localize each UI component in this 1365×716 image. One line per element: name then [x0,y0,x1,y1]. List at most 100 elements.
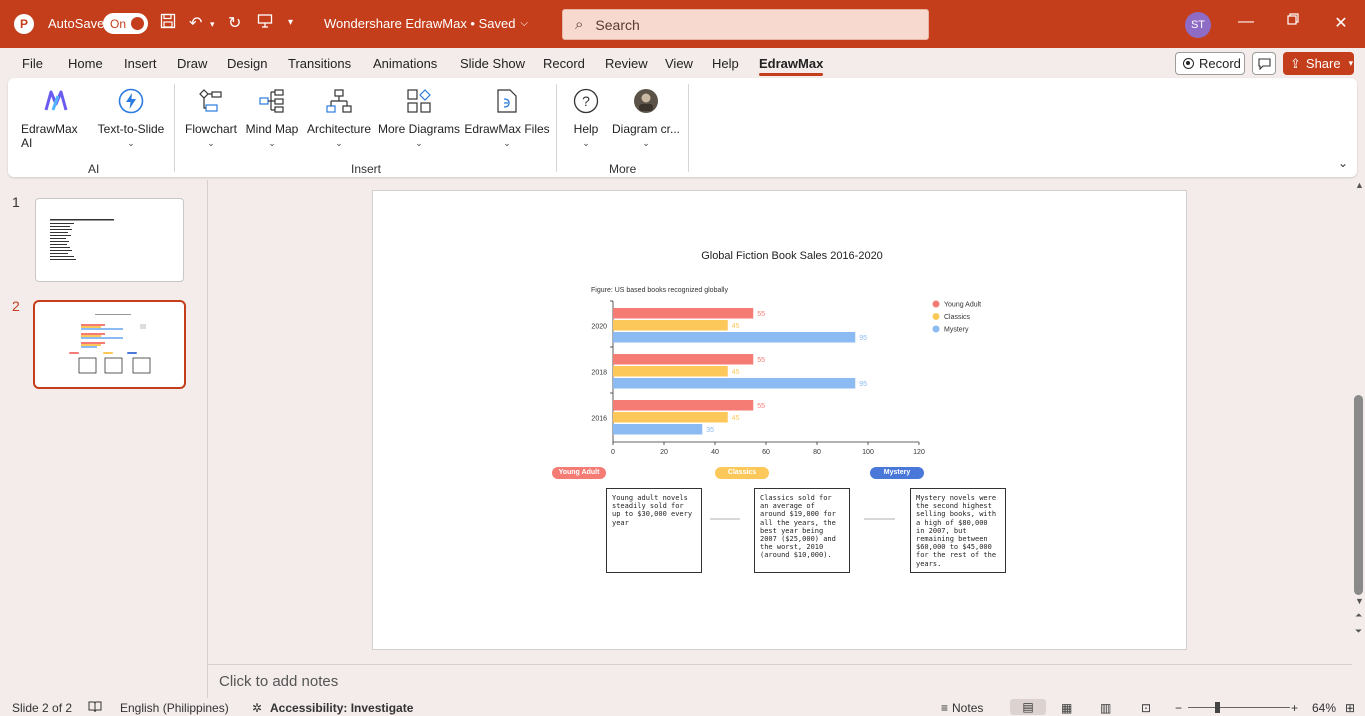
bar [613,412,728,423]
document-title-text: Wondershare EdrawMax • Saved [324,16,516,31]
tab-view[interactable]: View [665,56,693,71]
ribbon: EdrawMax AI Text-to-Slide ⌄ AI Flowchart… [8,78,1357,177]
chevron-down-icon: ⌄ [207,138,215,148]
x-tick-label: 80 [813,449,821,456]
scroll-thumb[interactable] [1354,395,1363,595]
tab-record[interactable]: Record [543,56,585,71]
slide-sorter-icon[interactable]: ▦ [1061,701,1072,715]
more-diagrams-button[interactable]: More Diagrams ⌄ [376,86,462,148]
share-icon: ⇪ [1290,55,1301,71]
group-separator [556,84,557,172]
autosave-toggle[interactable]: On [103,13,148,34]
comment-icon [1257,57,1271,70]
edrawmax-ai-button[interactable]: EdrawMax AI [21,86,91,150]
edrawmax-ai-label: EdrawMax AI [21,122,78,150]
tab-slide-show[interactable]: Slide Show [460,56,525,71]
spell-check-icon[interactable] [88,701,102,713]
customize-toolbar-icon[interactable]: ▾ [288,17,293,28]
card-text-box[interactable]: Young adult novels steadily sold for up … [606,488,702,573]
comments-button[interactable] [1252,52,1276,75]
document-title[interactable]: Wondershare EdrawMax • Saved ⌵ [324,16,528,31]
zoom-level[interactable]: 64% [1312,701,1336,715]
card-tag: Mystery [870,467,924,479]
tab-draw[interactable]: Draw [177,56,207,71]
present-icon[interactable] [257,13,273,29]
tab-animations[interactable]: Animations [373,56,437,71]
vertical-scrollbar[interactable]: ▲ ▼ ⏶ ⏷ [1352,180,1365,644]
slide-canvas[interactable]: Global Fiction Book Sales 2016-2020 Figu… [372,190,1187,650]
save-icon[interactable] [160,13,176,29]
edrawmax-ai-icon [41,86,71,116]
edrawmax-files-label: EdrawMax Files [464,122,550,136]
minimize-icon[interactable]: — [1236,13,1256,31]
undo-icon[interactable]: ↶ [189,13,202,33]
bar [613,366,728,377]
avatar[interactable]: ST [1185,12,1211,38]
restore-icon[interactable] [1283,13,1303,25]
chevron-down-icon: ⌄ [503,138,511,148]
language[interactable]: English (Philippines) [120,701,229,715]
diagram-creator-button[interactable]: Diagram cr... ⌄ [608,86,684,148]
data-label: 95 [859,381,867,388]
zoom-in-icon[interactable]: + [1291,701,1298,715]
slide-thumbnail-1[interactable] [35,198,184,282]
text-to-slide-label: Text-to-Slide [97,122,165,136]
slide-thumbnail-2[interactable] [33,300,186,389]
edrawmax-files-button[interactable]: EdrawMax Files ⌄ [464,86,550,148]
chevron-down-icon: ⌄ [127,138,135,148]
help-button[interactable]: ? Help ⌄ [565,86,607,148]
tab-home[interactable]: Home [68,56,103,71]
share-button[interactable]: ⇪ Share ▾ [1283,52,1354,75]
scroll-down-icon[interactable]: ▼ [1355,596,1364,606]
tab-design[interactable]: Design [227,56,267,71]
next-slide-icon[interactable]: ⏷ [1355,626,1362,637]
card-text-box[interactable]: Mystery novels were the second highest s… [910,488,1006,573]
search-icon: ⌕ [575,16,584,33]
zoom-out-icon[interactable]: − [1175,701,1182,715]
collapse-ribbon-icon[interactable]: ⌄ [1338,156,1348,170]
tab-file[interactable]: File [22,56,43,71]
text-to-slide-button[interactable]: Text-to-Slide ⌄ [93,86,169,148]
accessibility-status[interactable]: Accessibility: Investigate [270,701,413,715]
mind-map-icon [257,86,287,116]
notes-input[interactable]: Click to add notes [208,664,1352,698]
close-icon[interactable]: ✕ [1331,13,1351,33]
mind-map-button[interactable]: Mind Map ⌄ [241,86,303,148]
legend-marker [932,325,940,333]
zoom-slider[interactable] [1188,707,1290,708]
architecture-label: Architecture [306,122,372,136]
redo-icon[interactable]: ↻ [228,13,241,33]
reading-view-icon[interactable]: ▥ [1100,701,1111,715]
fit-to-window-icon[interactable]: ⊞ [1345,701,1355,715]
slideshow-icon[interactable]: ⊡ [1141,701,1151,715]
legend-label: Mystery [944,327,969,334]
data-label: 55 [757,403,765,410]
flowchart-button[interactable]: Flowchart ⌄ [183,86,239,148]
slide-number-2: 2 [12,298,20,314]
group-label-more: More [609,162,637,176]
normal-view-icon[interactable]: ▤ [1010,699,1046,715]
bar [613,354,754,365]
record-button[interactable]: Record [1175,52,1245,75]
tab-transitions[interactable]: Transitions [288,56,351,71]
legend-label: Young Adult [944,302,981,309]
x-tick-label: 100 [862,449,874,456]
tab-insert[interactable]: Insert [124,56,157,71]
architecture-button[interactable]: Architecture ⌄ [304,86,374,148]
flowchart-label: Flowchart [184,122,237,136]
data-label: 95 [859,335,867,342]
svg-text:?: ? [582,93,590,109]
card-text-box[interactable]: Classics sold for an average of around $… [754,488,850,573]
search-input[interactable]: ⌕ Search [562,9,929,40]
tab-help[interactable]: Help [712,56,739,71]
scroll-up-icon[interactable]: ▲ [1355,180,1364,190]
notes-toggle[interactable]: ≡ Notes [941,701,983,715]
tab-edrawmax[interactable]: EdrawMax [759,56,824,76]
bar [613,400,754,411]
previous-slide-icon[interactable]: ⏶ [1355,610,1362,621]
tab-review[interactable]: Review [605,56,648,71]
diagram-creator-label: Diagram cr... [611,122,680,136]
undo-dropdown-icon[interactable]: ▾ [210,19,215,30]
zoom-slider-thumb[interactable] [1215,702,1220,713]
group-label-insert: Insert [351,162,382,176]
